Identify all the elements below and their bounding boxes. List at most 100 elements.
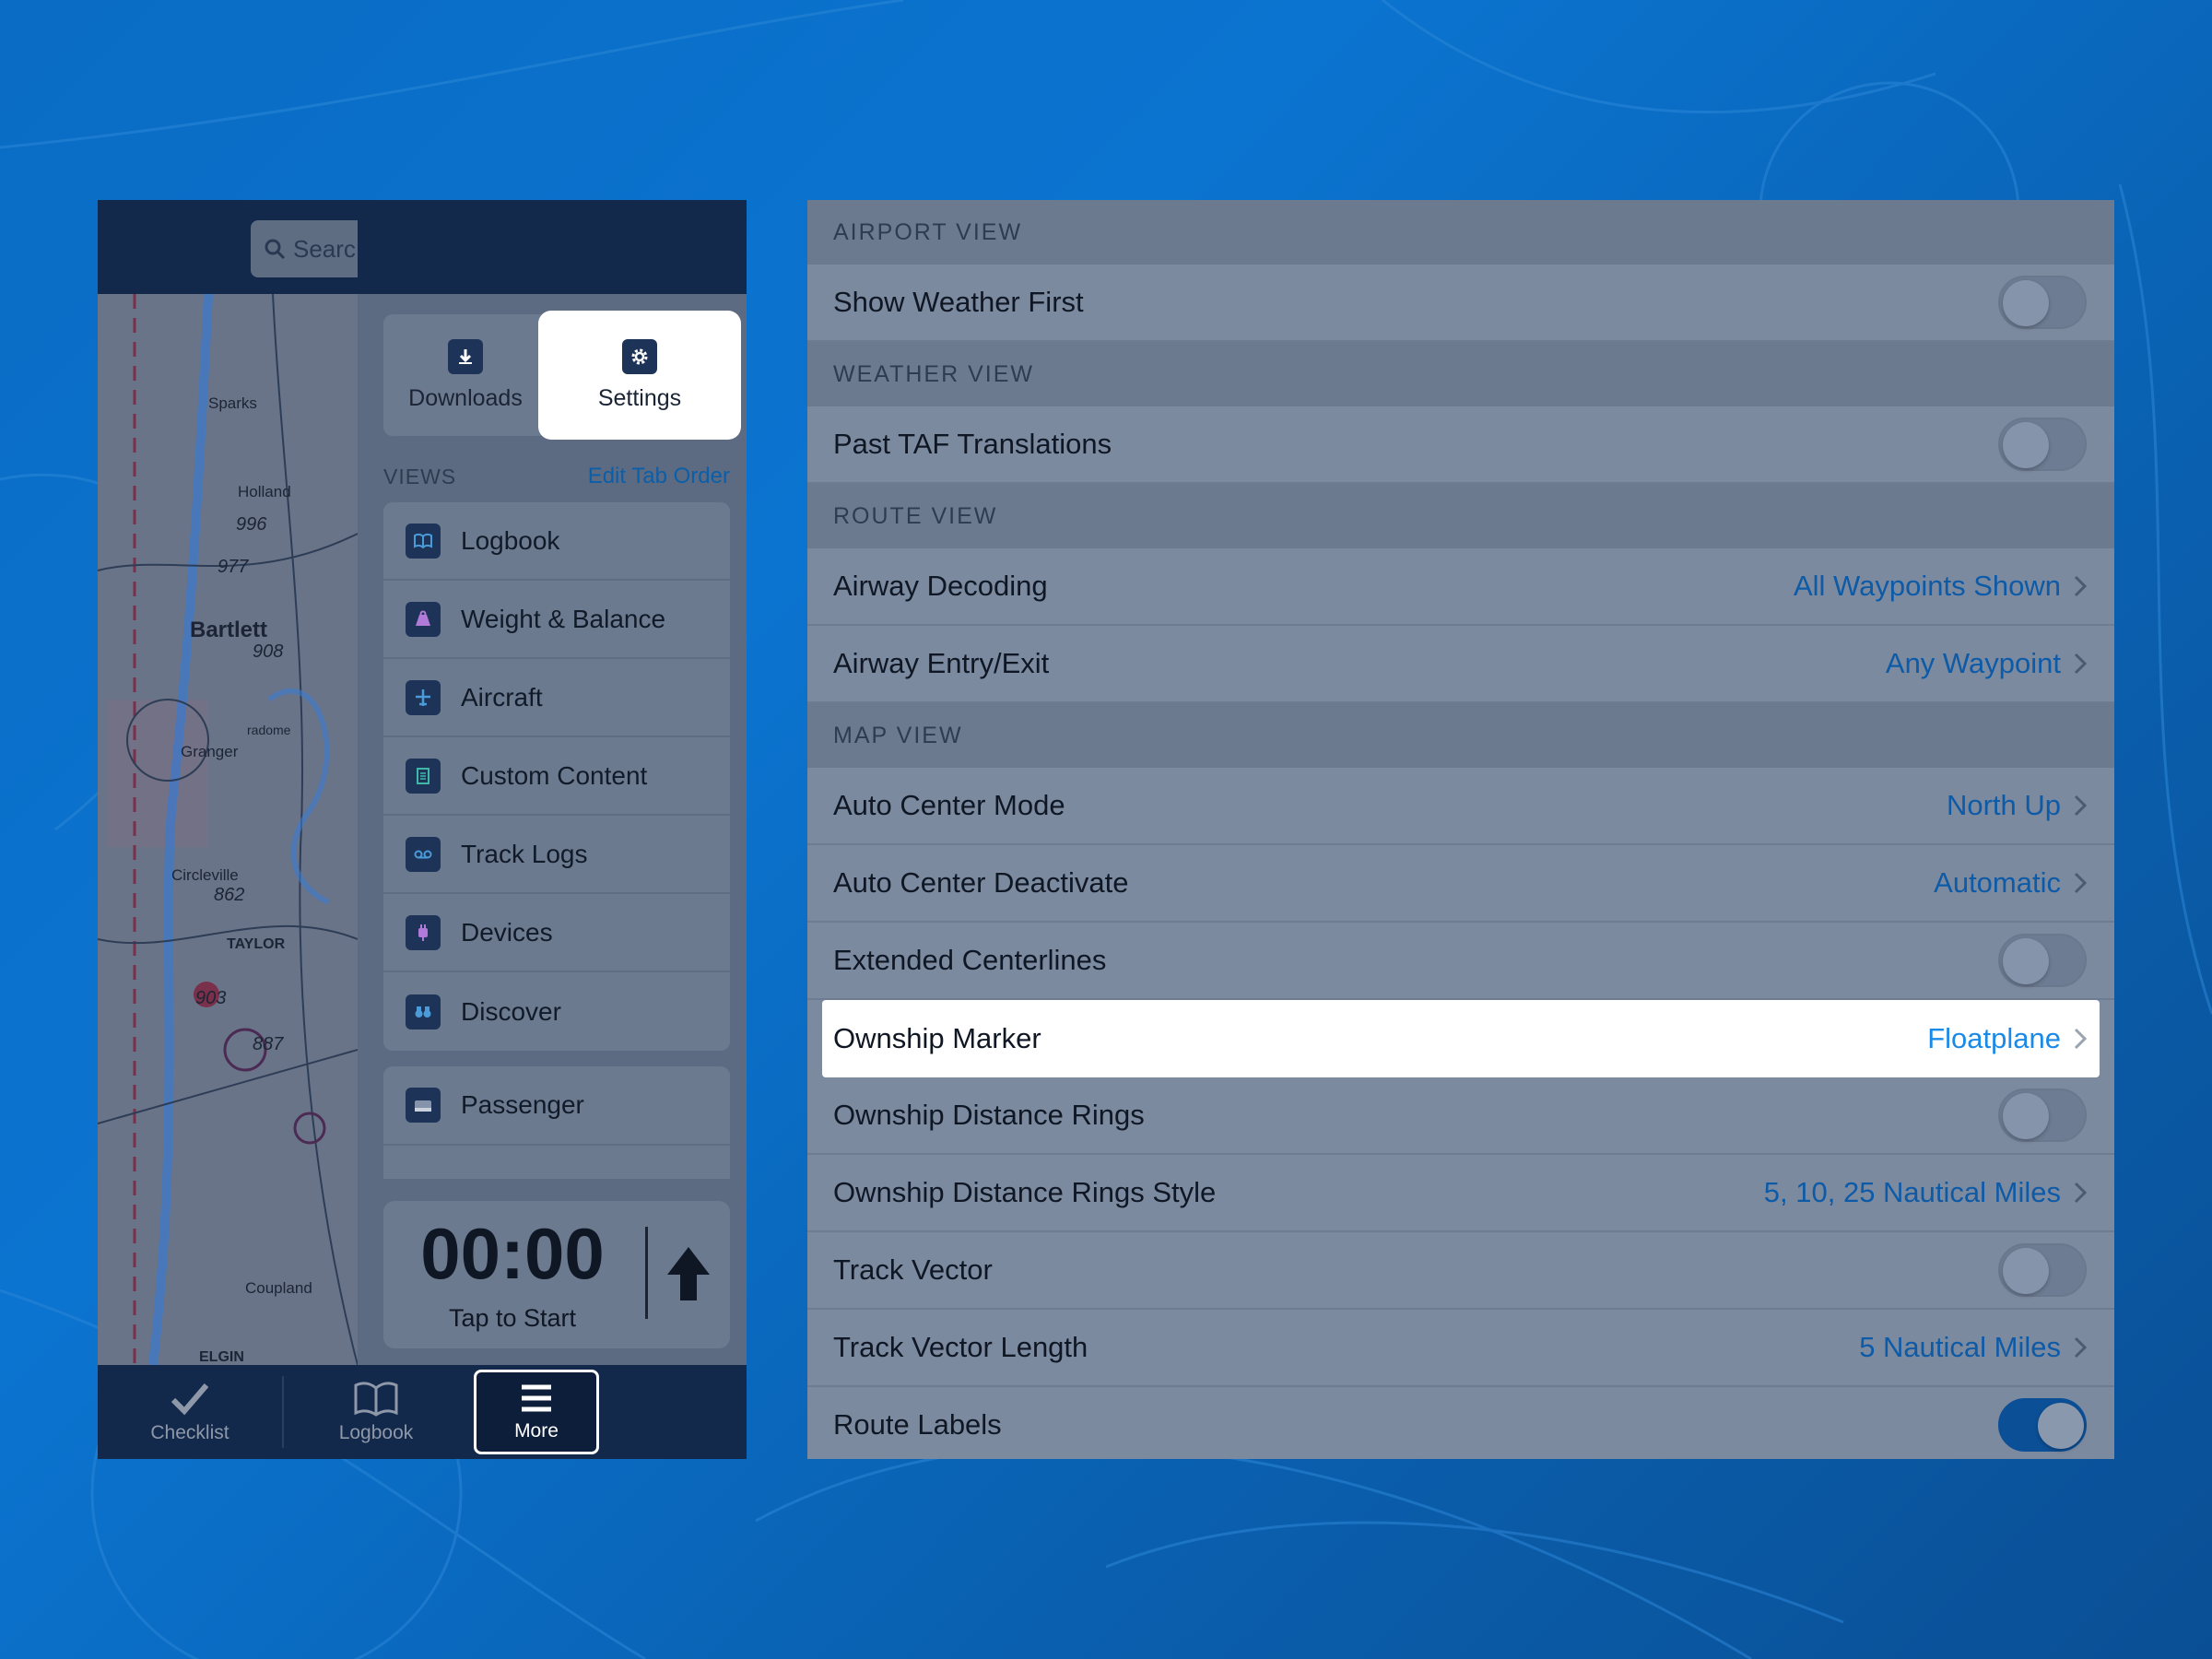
view-item-aircraft[interactable]: Aircraft [383, 659, 730, 737]
view-item-label: Weight & Balance [461, 604, 666, 633]
map-label-sparks: Sparks [208, 394, 257, 412]
show-weather-first-toggle[interactable] [1998, 276, 2087, 329]
setting-ownship-marker[interactable]: Ownship Marker Floatplane [822, 1000, 2100, 1077]
setting-show-weather-first[interactable]: Show Weather First [807, 265, 2114, 342]
ownship-distance-rings-toggle[interactable] [1998, 1088, 2087, 1142]
chevron-right-icon [2074, 794, 2087, 817]
timer-divider [645, 1227, 648, 1319]
chevron-right-icon [2074, 1182, 2087, 1204]
bottom-tab-bar: Checklist Logbook More [98, 1365, 747, 1459]
map-label-circleville: Circleville [171, 866, 239, 884]
tab-logbook-label: Logbook [338, 1422, 414, 1443]
map-label-alt3: 908 [253, 641, 283, 662]
setting-auto-center-deactivate[interactable]: Auto Center Deactivate Automatic [807, 845, 2114, 923]
views-list: Logbook Weight & Balance Aircraft Custom… [383, 502, 730, 1051]
setting-label: Ownship Marker [833, 1022, 1041, 1054]
view-item-weight-balance[interactable]: Weight & Balance [383, 581, 730, 659]
views-header: VIEWS Edit Tab Order [383, 464, 730, 489]
setting-label: Route Labels [833, 1408, 1002, 1441]
tab-checklist-label: Checklist [150, 1422, 229, 1443]
map-label-elgin: ELGIN [199, 1349, 244, 1365]
setting-value: North Up [1946, 789, 2061, 821]
track-vector-toggle[interactable] [1998, 1243, 2087, 1297]
setting-label: Ownship Distance Rings Style [833, 1176, 1217, 1208]
setting-track-vector-length[interactable]: Track Vector Length 5 Nautical Miles [807, 1310, 2114, 1387]
map-label-bartlett: Bartlett [190, 618, 267, 642]
view-item-track-logs[interactable]: Track Logs [383, 816, 730, 894]
tab-more[interactable]: More [474, 1370, 599, 1454]
chevron-right-icon [2074, 1028, 2087, 1050]
section-header-route-view: ROUTE VIEW [807, 484, 2114, 548]
map-label-taylor: TAYLOR [227, 936, 286, 952]
passenger-section: Passenger [383, 1066, 730, 1179]
setting-value: 5 Nautical Miles [1859, 1331, 2061, 1363]
sectional-map[interactable]: Sparks Holland Bartlett radome Granger C… [98, 294, 358, 1365]
section-header-map-view: MAP VIEW [807, 703, 2114, 768]
weight-icon [406, 601, 441, 637]
view-item-logbook[interactable]: Logbook [383, 502, 730, 581]
setting-auto-center-mode[interactable]: Auto Center Mode North Up [807, 768, 2114, 845]
settings-tile[interactable]: Settings [542, 314, 737, 436]
view-item-label: Logbook [461, 525, 560, 555]
edit-tab-order-link[interactable]: Edit Tab Order [588, 464, 730, 489]
setting-past-taf-translations[interactable]: Past TAF Translations [807, 406, 2114, 484]
timer-display: 00:00 [420, 1213, 605, 1294]
section-header-weather-view: WEATHER VIEW [807, 342, 2114, 406]
setting-route-labels[interactable]: Route Labels [807, 1387, 2114, 1459]
extended-centerlines-toggle[interactable] [1998, 934, 2087, 987]
view-item-label: Custom Content [461, 760, 648, 790]
view-item-label: Aircraft [461, 682, 543, 712]
tab-more-label: More [514, 1420, 559, 1441]
setting-label: Ownship Distance Rings [833, 1099, 1145, 1131]
setting-value: 5, 10, 25 Nautical Miles [1763, 1176, 2061, 1208]
setting-airway-decoding[interactable]: Airway Decoding All Waypoints Shown [807, 548, 2114, 626]
map-label-granger: Granger [181, 743, 239, 760]
view-item-custom-content[interactable]: Custom Content [383, 737, 730, 816]
chevron-right-icon [2074, 653, 2087, 675]
tab-checklist[interactable]: Checklist [98, 1365, 282, 1459]
setting-label: Track Vector [833, 1253, 993, 1286]
setting-label: Auto Center Deactivate [833, 866, 1129, 899]
past-taf-translations-toggle[interactable] [1998, 418, 2087, 471]
setting-ownship-distance-rings[interactable]: Ownship Distance Rings [807, 1077, 2114, 1155]
document-icon [406, 758, 441, 794]
setting-ownship-distance-rings-style[interactable]: Ownship Distance Rings Style 5, 10, 25 N… [807, 1155, 2114, 1232]
book-icon [406, 523, 441, 559]
setting-label: Track Vector Length [833, 1331, 1088, 1363]
downloads-tile[interactable]: Downloads [383, 314, 547, 436]
settings-label: Settings [597, 384, 682, 411]
setting-label: Airway Decoding [833, 570, 1048, 602]
more-panel: Searc Sparks Holland Bartlett radome Gra… [98, 200, 747, 1459]
download-icon [448, 338, 483, 374]
search-icon [265, 239, 286, 260]
setting-track-vector[interactable]: Track Vector [807, 1232, 2114, 1310]
gear-icon [622, 338, 657, 374]
view-item-passenger[interactable]: Passenger [383, 1066, 730, 1146]
view-item-discover[interactable]: Discover [383, 972, 730, 1051]
section-header-airport-view: AIRPORT VIEW [807, 200, 2114, 265]
map-label-alt2: 977 [218, 557, 249, 577]
view-item-devices[interactable]: Devices [383, 894, 730, 972]
flight-timer-card[interactable]: 00:00 Tap to Start [383, 1201, 730, 1348]
views-title: VIEWS [383, 464, 457, 488]
setting-label: Extended Centerlines [833, 944, 1107, 976]
route-labels-toggle[interactable] [1998, 1398, 2087, 1452]
view-item-label: Discover [461, 996, 561, 1026]
plug-icon [406, 914, 441, 950]
search-placeholder: Searc [293, 234, 356, 263]
map-label-coupland: Coupland [245, 1279, 312, 1297]
map-label-alt5: 903 [195, 988, 226, 1008]
binoculars-icon [406, 994, 441, 1030]
view-item-label: Devices [461, 917, 553, 947]
map-label-alt6: 887 [253, 1034, 284, 1054]
map-label-radome: radome [247, 723, 291, 737]
setting-extended-centerlines[interactable]: Extended Centerlines [807, 923, 2114, 1000]
setting-value: Any Waypoint [1885, 647, 2061, 679]
setting-airway-entry-exit[interactable]: Airway Entry/Exit Any Waypoint [807, 626, 2114, 703]
more-header-bar [358, 200, 747, 294]
map-label-holland: Holland [238, 483, 291, 500]
arrow-up-icon[interactable] [665, 1245, 712, 1302]
seat-icon [406, 1088, 441, 1123]
tab-logbook[interactable]: Logbook [284, 1365, 468, 1459]
chevron-right-icon [2074, 1336, 2087, 1359]
